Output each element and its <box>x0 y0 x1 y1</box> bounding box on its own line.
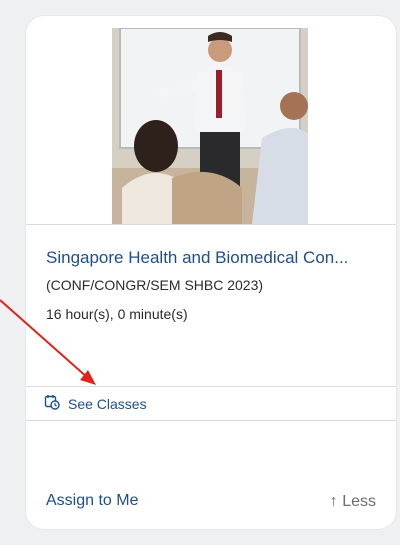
presentation-photo <box>112 28 308 224</box>
see-classes-link[interactable]: See Classes <box>44 394 147 413</box>
course-title[interactable]: Singapore Health and Biomedical Con... <box>46 248 348 268</box>
course-duration: 16 hour(s), 0 minute(s) <box>46 306 188 322</box>
assign-to-me-button[interactable]: Assign to Me <box>46 492 138 510</box>
calendar-clock-icon <box>44 394 60 413</box>
section-divider-top <box>26 386 396 387</box>
show-less-toggle[interactable]: ↑ Less <box>330 493 376 511</box>
image-divider <box>26 224 396 225</box>
course-card: Singapore Health and Biomedical Con... (… <box>26 16 396 529</box>
course-image[interactable] <box>112 28 308 224</box>
course-code: (CONF/CONGR/SEM SHBC 2023) <box>46 277 264 293</box>
section-divider-bottom <box>26 420 396 421</box>
see-classes-label: See Classes <box>68 395 147 412</box>
